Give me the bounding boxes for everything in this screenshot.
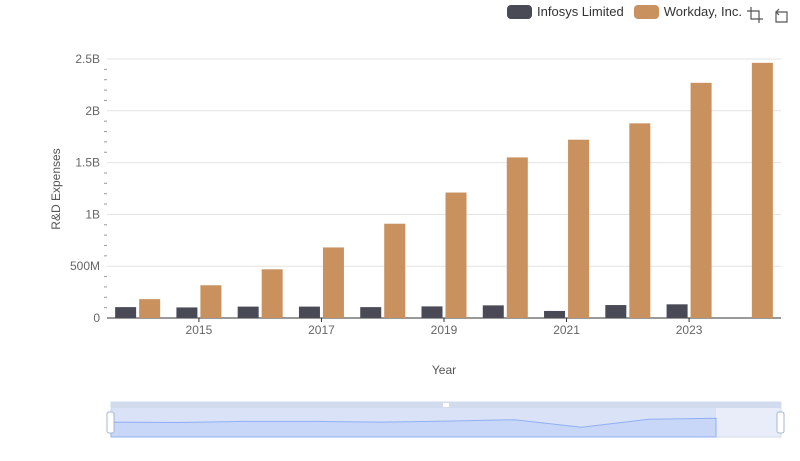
y-tick-label: 1B: [85, 207, 100, 221]
x-tick-label: 2015: [186, 323, 213, 337]
y-axis-label: R&D Expenses: [49, 148, 63, 229]
y-tick-label: 2B: [85, 104, 100, 118]
y-minor-ticks: [104, 68, 107, 309]
zoom-handle-left[interactable]: [106, 411, 115, 434]
bar-workday-2022[interactable]: [629, 123, 651, 318]
bar-workday-2014[interactable]: [139, 299, 161, 318]
bar-workday-2015[interactable]: [200, 285, 222, 318]
bar-infosys-2019[interactable]: [421, 306, 443, 318]
bar-infosys-2015[interactable]: [176, 307, 198, 318]
bar-infosys-2020[interactable]: [482, 305, 504, 318]
toolbox: [738, 6, 790, 24]
bar-workday-2020[interactable]: [506, 157, 528, 318]
x-tick-label: 2023: [676, 323, 703, 337]
bar-infosys-2021[interactable]: [544, 310, 566, 318]
legend-swatch-workday: [633, 4, 659, 19]
bar-workday-2024[interactable]: [751, 62, 773, 319]
y-tick-label: 1.5B: [75, 156, 100, 170]
zoom-selected-range[interactable]: [111, 408, 716, 437]
grid-lines: [107, 58, 781, 267]
bar-workday-2018[interactable]: [384, 223, 406, 318]
legend-label-workday: Workday, Inc.: [663, 4, 742, 19]
y-tick-label: 500M: [70, 259, 100, 273]
bar-workday-2017[interactable]: [322, 247, 344, 318]
bar-workday-2021[interactable]: [568, 139, 590, 318]
bar-infosys-2023[interactable]: [666, 304, 688, 318]
bar-workday-2019[interactable]: [445, 192, 467, 318]
x-tick-labels: 2015 2017 2019 2021 2023: [186, 318, 703, 337]
bars: [115, 62, 773, 319]
x-tick-label: 2017: [308, 323, 335, 337]
legend-label-infosys: Infosys Limited: [537, 4, 624, 19]
y-tick-label: 0: [93, 311, 100, 325]
bar-infosys-2016[interactable]: [237, 306, 259, 318]
bar-infosys-2014[interactable]: [115, 307, 137, 318]
data-zoom-slider[interactable]: [106, 401, 785, 438]
legend-swatch-infosys: [507, 4, 533, 19]
zoom-drag-grip[interactable]: [443, 403, 449, 407]
restore-icon[interactable]: [772, 6, 790, 24]
bar-workday-2023[interactable]: [690, 82, 712, 318]
chart: 0 500M 1B 1.5B 2B 2.5B 2015 2017 2019 2021 2023 R…: [49, 52, 785, 438]
bar-infosys-2022[interactable]: [605, 305, 627, 318]
data-zoom-icon[interactable]: [746, 6, 764, 24]
bar-infosys-2017[interactable]: [298, 306, 320, 318]
legend-item-workday[interactable]: Workday, Inc.: [633, 4, 742, 19]
bar-workday-2016[interactable]: [261, 269, 283, 318]
y-tick-label: 2.5B: [75, 52, 100, 66]
legend-item-infosys[interactable]: Infosys Limited: [507, 4, 624, 19]
restore-glyph: [775, 8, 788, 23]
data-zoom-glyph: [747, 7, 763, 23]
bar-infosys-2018[interactable]: [360, 307, 382, 318]
x-tick-label: 2019: [431, 323, 458, 337]
x-tick-label: 2021: [553, 323, 580, 337]
y-tick-labels: 0 500M 1B 1.5B 2B 2.5B: [70, 52, 100, 325]
legend: Infosys Limited Workday, Inc.: [497, 4, 742, 19]
zoom-handle-right[interactable]: [776, 411, 785, 434]
x-axis-label: Year: [432, 363, 456, 377]
